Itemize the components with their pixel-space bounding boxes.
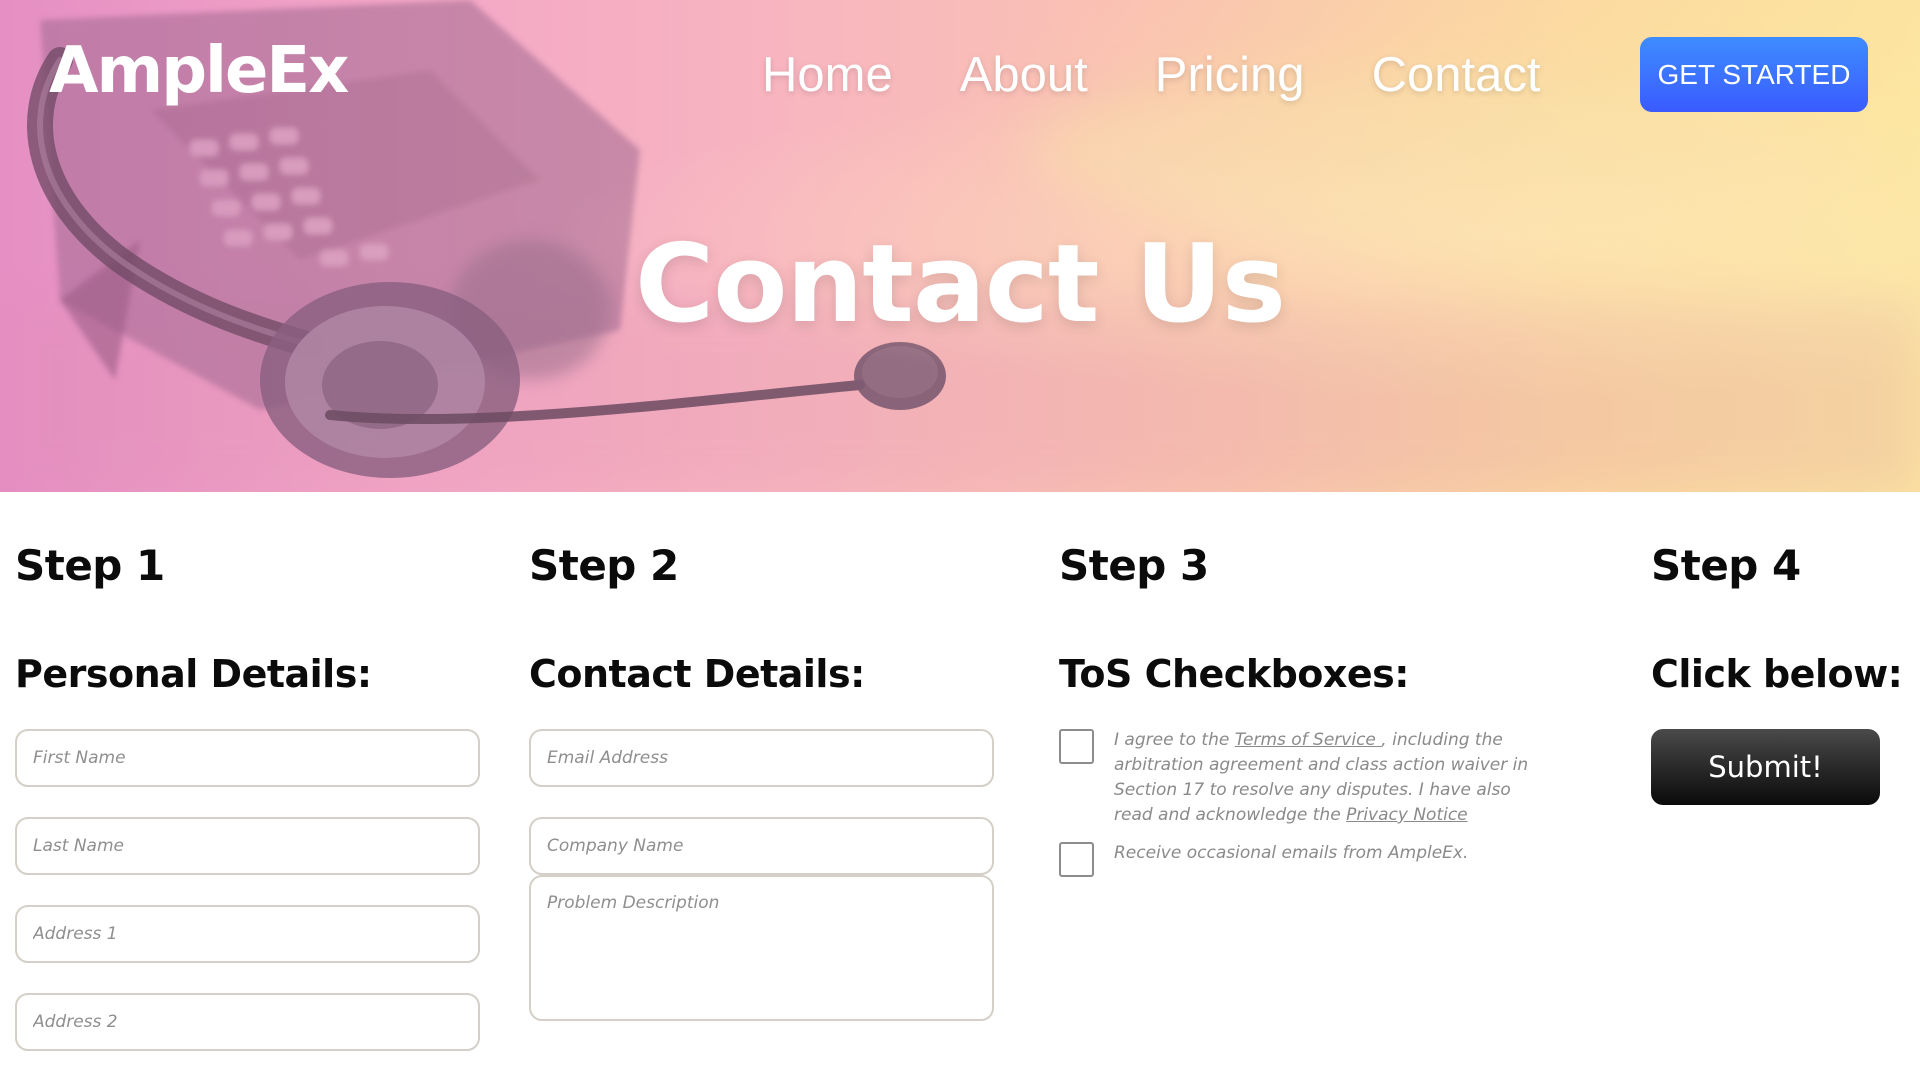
marketing-emails-text: Receive occasional emails from AmpleEx. [1114,843,1469,863]
main-nav: Home About Pricing Contact [762,44,1540,106]
company-name-input[interactable] [529,817,994,875]
marketing-emails-checkbox[interactable] [1059,842,1094,877]
nav-about[interactable]: About [960,44,1088,106]
step-1-column: Step 1 Personal Details: [15,540,480,1051]
step-3-column: Step 3 ToS Checkboxes: I agree to the Te… [1059,540,1534,877]
address-2-input[interactable] [15,993,480,1051]
tos-checkbox-list: I agree to the Terms of Service , includ… [1059,729,1534,877]
privacy-notice-link[interactable]: Privacy Notice [1346,805,1468,825]
contact-details-fields [529,729,994,1021]
step-4-column: Step 4 Click below: Submit! [1651,540,1903,805]
tos-agree-checkbox[interactable] [1059,729,1094,764]
personal-details-heading: Personal Details: [15,652,372,696]
tos-agree-row: I agree to the Terms of Service , includ… [1059,729,1534,828]
hero-banner: AmpleEx Home About Pricing Contact GET S… [0,0,1920,492]
step-2-title: Step 2 [529,541,679,590]
first-name-input[interactable] [15,729,480,787]
personal-details-fields [15,729,480,1051]
step-2-column: Step 2 Contact Details: [529,540,994,1021]
email-address-input[interactable] [529,729,994,787]
brand-logo[interactable]: AmpleEx [49,34,349,108]
terms-of-service-link[interactable]: Terms of Service [1235,730,1382,750]
address-1-input[interactable] [15,905,480,963]
problem-description-input[interactable] [529,875,994,1021]
tos-checkboxes-heading: ToS Checkboxes: [1059,652,1410,696]
nav-contact[interactable]: Contact [1372,44,1541,106]
page-title: Contact Us [634,222,1286,347]
marketing-emails-row: Receive occasional emails from AmpleEx. [1059,842,1534,877]
step-4-title: Step 4 [1651,541,1801,590]
submit-button[interactable]: Submit! [1651,729,1880,805]
nav-pricing[interactable]: Pricing [1155,44,1305,106]
step-3-title: Step 3 [1059,541,1209,590]
step-1-title: Step 1 [15,541,165,590]
get-started-button[interactable]: GET STARTED [1640,37,1868,112]
tos-agree-text-start: I agree to the [1114,730,1235,750]
tos-agree-text: I agree to the Terms of Service , includ… [1114,728,1534,828]
contact-details-heading: Contact Details: [529,652,865,696]
click-below-heading: Click below: [1651,652,1903,696]
nav-home[interactable]: Home [762,44,893,106]
last-name-input[interactable] [15,817,480,875]
